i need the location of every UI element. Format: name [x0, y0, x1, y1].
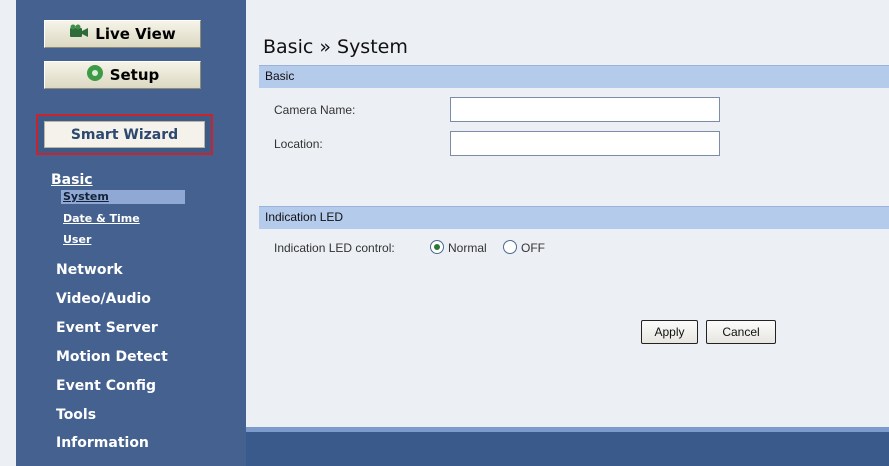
cancel-button[interactable]: Cancel [706, 320, 776, 344]
sidebar-item-event-server[interactable]: Event Server [56, 320, 158, 336]
led-normal-radio[interactable] [430, 240, 444, 254]
led-normal-label: Normal [448, 241, 487, 255]
led-control-label: Indication LED control: [274, 241, 395, 255]
sidebar-subitem-system[interactable]: System [61, 190, 185, 204]
sidebar: Live View Setup Smart Wizard Basic Syste… [16, 0, 246, 466]
page-title: Basic » System [263, 36, 408, 58]
location-input[interactable] [450, 131, 720, 156]
footer-bar [246, 427, 889, 466]
setup-button[interactable]: Setup [44, 61, 201, 89]
location-label: Location: [274, 137, 323, 151]
setup-label: Setup [109, 66, 160, 84]
sidebar-item-motion-detect[interactable]: Motion Detect [56, 349, 168, 365]
sidebar-item-information[interactable]: Information [56, 435, 149, 451]
section-header-indication-led: Indication LED [259, 206, 889, 229]
led-off-radio[interactable] [503, 240, 517, 254]
setup-icon [86, 64, 104, 86]
camera-name-label: Camera Name: [274, 103, 356, 117]
sidebar-item-network[interactable]: Network [56, 262, 123, 278]
camera-name-input[interactable] [450, 97, 720, 122]
section-header-basic: Basic [259, 65, 889, 88]
live-view-button[interactable]: Live View [44, 20, 201, 48]
sidebar-item-basic[interactable]: Basic [51, 172, 93, 188]
sidebar-subitem-date-time[interactable]: Date & Time [61, 212, 185, 226]
main-content: Basic » System Basic Camera Name: Locati… [246, 0, 889, 466]
sidebar-item-tools[interactable]: Tools [56, 407, 96, 423]
sidebar-item-event-config[interactable]: Event Config [56, 378, 156, 394]
smart-wizard-highlight: Smart Wizard [36, 114, 213, 155]
camcorder-icon [69, 24, 89, 44]
smart-wizard-button[interactable]: Smart Wizard [44, 121, 205, 148]
led-off-label: OFF [521, 241, 545, 255]
live-view-label: Live View [95, 25, 176, 43]
sidebar-item-video-audio[interactable]: Video/Audio [56, 291, 151, 307]
apply-button[interactable]: Apply [641, 320, 698, 344]
sidebar-subitem-user[interactable]: User [61, 233, 185, 247]
